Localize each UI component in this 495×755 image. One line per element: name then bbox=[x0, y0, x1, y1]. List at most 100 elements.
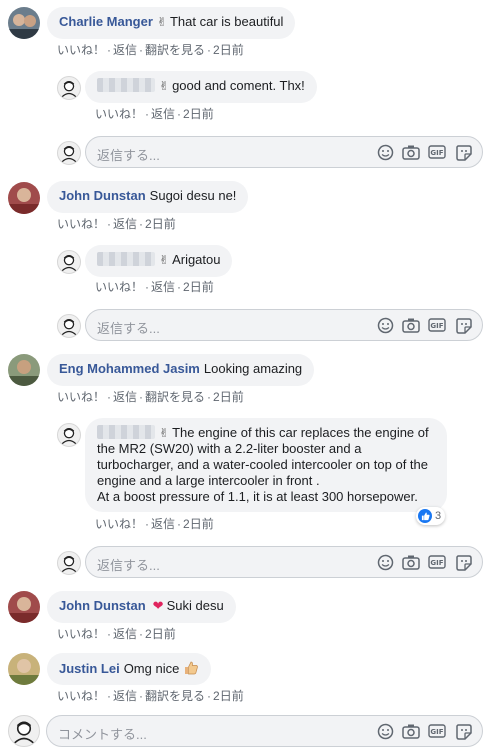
camera-icon[interactable] bbox=[402, 722, 420, 740]
reply-text-line: turbocharger, and a water-cooled interco… bbox=[97, 457, 428, 472]
comment-actions: いいね！ · 返信 · 2日前 bbox=[57, 627, 176, 641]
comment-author[interactable]: Justin Lei bbox=[59, 661, 120, 676]
like-link[interactable]: いいね！ bbox=[57, 43, 105, 57]
wave-icon: ✌ bbox=[159, 253, 170, 267]
comment-author[interactable]: Eng Mohammed Jasim bbox=[59, 361, 200, 376]
smiley-icon[interactable] bbox=[376, 316, 394, 334]
camera-icon[interactable] bbox=[402, 553, 420, 571]
sticker-icon[interactable] bbox=[454, 143, 472, 161]
reply-text-line: The engine of this car replaces the engi… bbox=[172, 425, 429, 440]
heart-icon: ❤ bbox=[152, 598, 164, 613]
reply-actions: いいね！ · 返信 · 2日前 bbox=[95, 517, 214, 531]
comment-bubble: John Dunstan Sugoi desu ne! bbox=[47, 181, 249, 213]
sticker-icon[interactable] bbox=[454, 316, 472, 334]
comment-bubble: Justin Lei Omg nice bbox=[47, 653, 212, 685]
reply-link[interactable]: 返信 bbox=[151, 517, 175, 531]
timestamp[interactable]: 2日前 bbox=[183, 107, 214, 121]
like-link[interactable]: いいね！ bbox=[57, 627, 105, 641]
redacted-name bbox=[97, 78, 155, 92]
comment-thread: Charlie Manger ✌ That car is beautiful いいね… bbox=[0, 0, 495, 755]
thumbs-up-icon bbox=[183, 660, 199, 680]
avatar bbox=[57, 141, 81, 165]
reply-link[interactable]: 返信 bbox=[113, 43, 137, 57]
avatar bbox=[57, 314, 81, 338]
smiley-icon[interactable] bbox=[376, 722, 394, 740]
like-link[interactable]: いいね！ bbox=[95, 280, 143, 294]
timestamp[interactable]: 2日前 bbox=[183, 280, 214, 294]
gif-icon[interactable]: GIF bbox=[428, 143, 446, 161]
comment-text: Suki desu bbox=[166, 598, 224, 613]
reply-bubble: ✌ Arigatou bbox=[85, 245, 233, 277]
smiley-icon[interactable] bbox=[376, 553, 394, 571]
like-link[interactable]: いいね！ bbox=[57, 390, 105, 404]
svg-text:GIF: GIF bbox=[430, 149, 443, 157]
reply-link[interactable]: 返信 bbox=[113, 217, 137, 231]
avatar[interactable] bbox=[57, 76, 81, 100]
redacted-name bbox=[97, 252, 155, 266]
timestamp[interactable]: 2日前 bbox=[145, 627, 176, 641]
gif-icon[interactable]: GIF bbox=[428, 316, 446, 334]
reply-link[interactable]: 返信 bbox=[113, 689, 137, 703]
comment-text: Omg nice bbox=[123, 661, 180, 676]
avatar bbox=[8, 715, 40, 747]
reply-placeholder: 返信する... bbox=[97, 321, 160, 336]
wave-icon: ✌ bbox=[156, 15, 167, 29]
reply-link[interactable]: 返信 bbox=[151, 107, 175, 121]
reply-input[interactable]: 返信する... GIF bbox=[85, 546, 483, 578]
reply-actions: いいね！ · 返信 · 2日前 bbox=[95, 107, 214, 121]
avatar[interactable] bbox=[8, 591, 40, 623]
timestamp[interactable]: 2日前 bbox=[213, 390, 244, 404]
svg-text:GIF: GIF bbox=[430, 322, 443, 330]
comment-author[interactable]: Charlie Manger bbox=[59, 14, 153, 29]
comment-actions: いいね！ · 返信 · 翻訳を見る · 2日前 bbox=[57, 390, 244, 404]
translate-link[interactable]: 翻訳を見る bbox=[145, 689, 205, 703]
reply-actions: いいね！ · 返信 · 2日前 bbox=[95, 280, 214, 294]
camera-icon[interactable] bbox=[402, 316, 420, 334]
reply-bubble: ✌ good and coment. Thx! bbox=[85, 71, 317, 103]
comment-author[interactable]: John Dunstan bbox=[59, 188, 146, 203]
like-link[interactable]: いいね！ bbox=[95, 517, 143, 531]
comment-actions: いいね！ · 返信 · 2日前 bbox=[57, 217, 176, 231]
reply-text-line: engine and a large intercooler in front … bbox=[97, 473, 320, 488]
reaction-count[interactable]: 3 bbox=[416, 507, 446, 525]
wave-icon: ✌ bbox=[159, 426, 170, 440]
comment-text: Looking amazing bbox=[203, 361, 303, 376]
like-link[interactable]: いいね！ bbox=[57, 217, 105, 231]
reply-input[interactable]: 返信する... GIF bbox=[85, 309, 483, 341]
gif-icon[interactable]: GIF bbox=[428, 722, 446, 740]
comment-author[interactable]: John Dunstan bbox=[59, 598, 146, 613]
timestamp[interactable]: 2日前 bbox=[145, 217, 176, 231]
translate-link[interactable]: 翻訳を見る bbox=[145, 43, 205, 57]
avatar[interactable] bbox=[57, 423, 81, 447]
reply-link[interactable]: 返信 bbox=[151, 280, 175, 294]
comment-placeholder: コメントする... bbox=[58, 727, 147, 742]
timestamp[interactable]: 2日前 bbox=[213, 43, 244, 57]
like-link[interactable]: いいね！ bbox=[95, 107, 143, 121]
avatar[interactable] bbox=[8, 354, 40, 386]
sticker-icon[interactable] bbox=[454, 722, 472, 740]
timestamp[interactable]: 2日前 bbox=[183, 517, 214, 531]
camera-icon[interactable] bbox=[402, 143, 420, 161]
svg-text:GIF: GIF bbox=[430, 728, 443, 736]
avatar[interactable] bbox=[57, 250, 81, 274]
timestamp[interactable]: 2日前 bbox=[213, 689, 244, 703]
reply-link[interactable]: 返信 bbox=[113, 627, 137, 641]
comment-actions: いいね！ · 返信 · 翻訳を見る · 2日前 bbox=[57, 689, 244, 703]
gif-icon[interactable]: GIF bbox=[428, 553, 446, 571]
avatar bbox=[57, 551, 81, 575]
sticker-icon[interactable] bbox=[454, 553, 472, 571]
avatar[interactable] bbox=[8, 7, 40, 39]
comment-input[interactable]: コメントする... GIF bbox=[46, 715, 483, 747]
smiley-icon[interactable] bbox=[376, 143, 394, 161]
reply-input[interactable]: 返信する... GIF bbox=[85, 136, 483, 168]
redacted-name bbox=[97, 425, 155, 439]
translate-link[interactable]: 翻訳を見る bbox=[145, 390, 205, 404]
comment-text: That car is beautiful bbox=[169, 14, 284, 29]
avatar[interactable] bbox=[8, 653, 40, 685]
reply-link[interactable]: 返信 bbox=[113, 390, 137, 404]
like-icon bbox=[418, 509, 432, 523]
like-link[interactable]: いいね！ bbox=[57, 689, 105, 703]
avatar[interactable] bbox=[8, 182, 40, 214]
comment-bubble: Eng Mohammed Jasim Looking amazing bbox=[47, 354, 315, 386]
svg-text:GIF: GIF bbox=[430, 559, 443, 567]
